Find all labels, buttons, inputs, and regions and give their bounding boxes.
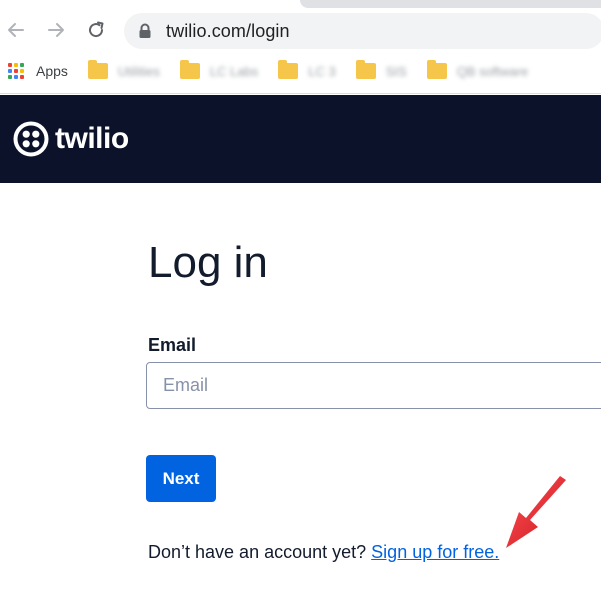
page-title: Log in [148, 238, 268, 287]
email-field[interactable] [146, 362, 601, 409]
apps-shortcut[interactable]: Apps [8, 63, 68, 79]
bookmark-label: Utilities [117, 63, 160, 79]
folder-icon [179, 60, 200, 79]
bookmark-item[interactable]: LC Labs [179, 60, 259, 79]
tab-strip [300, 0, 601, 8]
folder-icon [278, 60, 299, 79]
reload-icon [89, 21, 104, 38]
bookmark-label: LC 3 [308, 63, 336, 79]
bookmark-item[interactable]: QB software [426, 60, 529, 79]
signup-prompt: Don’t have an account yet? Sign up for f… [148, 542, 499, 563]
signup-link[interactable]: Sign up for free. [371, 542, 499, 562]
folder-icon [355, 60, 376, 79]
back-button[interactable] [0, 14, 32, 46]
next-button[interactable]: Next [146, 455, 216, 502]
apps-grid-icon [8, 63, 24, 79]
folder-icon [87, 60, 108, 79]
bookmarks-bar: Apps Utilities LC Labs LC 3 SIS QB softw… [0, 56, 601, 86]
signup-prompt-text: Don’t have an account yet? [148, 542, 367, 562]
bookmark-item[interactable]: SIS [355, 60, 407, 79]
forward-arrow-icon [48, 23, 64, 37]
email-label: Email [148, 335, 197, 355]
address-bar-url: twilio.com/login [166, 20, 290, 41]
reload-button[interactable] [80, 14, 112, 46]
forward-button[interactable] [40, 14, 72, 46]
twilio-logo[interactable]: twilio [13, 121, 129, 157]
bookmark-item[interactable]: LC 3 [278, 60, 336, 79]
browser-chrome: twilio.com/login Apps Utilities LC Labs … [0, 0, 601, 94]
bookmark-label: LC Labs [209, 63, 259, 79]
twilio-logo-text: twilio [55, 122, 129, 155]
bookmark-item[interactable]: Utilities [87, 60, 160, 79]
lock-icon [138, 23, 152, 39]
site-header: twilio [0, 95, 601, 183]
bookmark-label: QB software [456, 63, 529, 79]
chrome-divider [0, 93, 601, 94]
back-arrow-icon [8, 23, 24, 37]
address-bar[interactable]: twilio.com/login [124, 13, 601, 49]
bookmark-label: SIS [385, 63, 407, 79]
folder-icon [426, 60, 447, 79]
twilio-logo-icon [13, 121, 49, 157]
apps-label: Apps [36, 63, 68, 79]
annotation-arrow-icon [506, 476, 566, 548]
